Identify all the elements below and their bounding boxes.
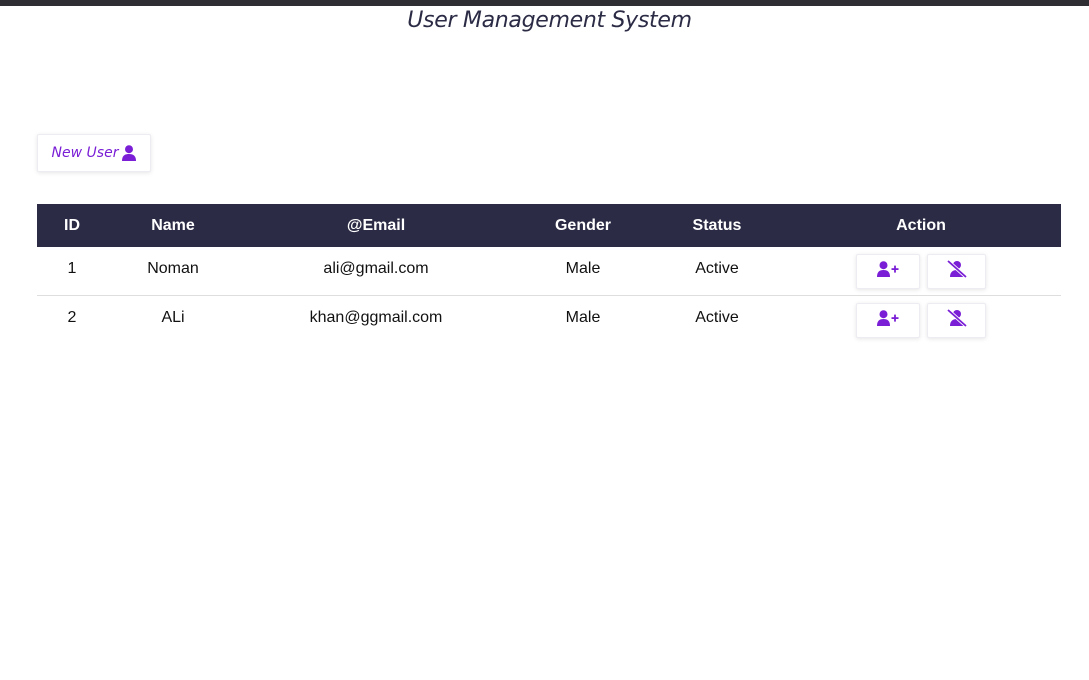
add-user-button[interactable] (856, 254, 920, 289)
delete-user-button[interactable] (927, 254, 986, 289)
delete-user-button[interactable] (927, 302, 986, 338)
cell-name: ALi (161, 308, 185, 326)
column-header-name: Name (151, 216, 195, 234)
users-table: ID Name @Email Gender Status Action 1 No… (37, 204, 1061, 343)
new-user-label: New User (51, 145, 119, 161)
user-slash-icon (946, 308, 968, 332)
cell-gender: Male (565, 308, 601, 326)
cell-email: ali@gmail.com (239, 247, 513, 296)
user-icon (122, 145, 137, 161)
column-header-gender: Gender (554, 216, 611, 234)
cell-name: Noman (107, 247, 239, 296)
new-user-button[interactable]: New User (37, 134, 151, 172)
page-title: User Management System (407, 8, 692, 33)
cell-gender: Male (513, 247, 653, 296)
column-header-action: Action (896, 216, 946, 234)
table-row: 2 ALi khan@ggmail.com Male Active (37, 295, 1061, 343)
table-header-row: ID Name @Email Gender Status Action (37, 204, 1061, 247)
column-header-id: ID (64, 216, 80, 234)
user-plus-icon (877, 261, 899, 282)
cell-id: 2 (67, 308, 77, 326)
add-user-button[interactable] (856, 302, 920, 338)
top-bar (0, 0, 1089, 6)
cell-actions (781, 247, 1061, 296)
cell-email: khan@ggmail.com (309, 308, 443, 326)
cell-status: Active (653, 247, 781, 296)
user-slash-icon (946, 259, 968, 283)
cell-actions (781, 295, 1061, 343)
table-row: 1 Noman ali@gmail.com Male Active (37, 247, 1061, 296)
column-header-email: @Email (346, 216, 406, 234)
cell-id: 1 (37, 247, 107, 296)
cell-status: Active (695, 308, 739, 326)
user-plus-icon (877, 309, 899, 331)
column-header-status: Status (692, 216, 742, 234)
